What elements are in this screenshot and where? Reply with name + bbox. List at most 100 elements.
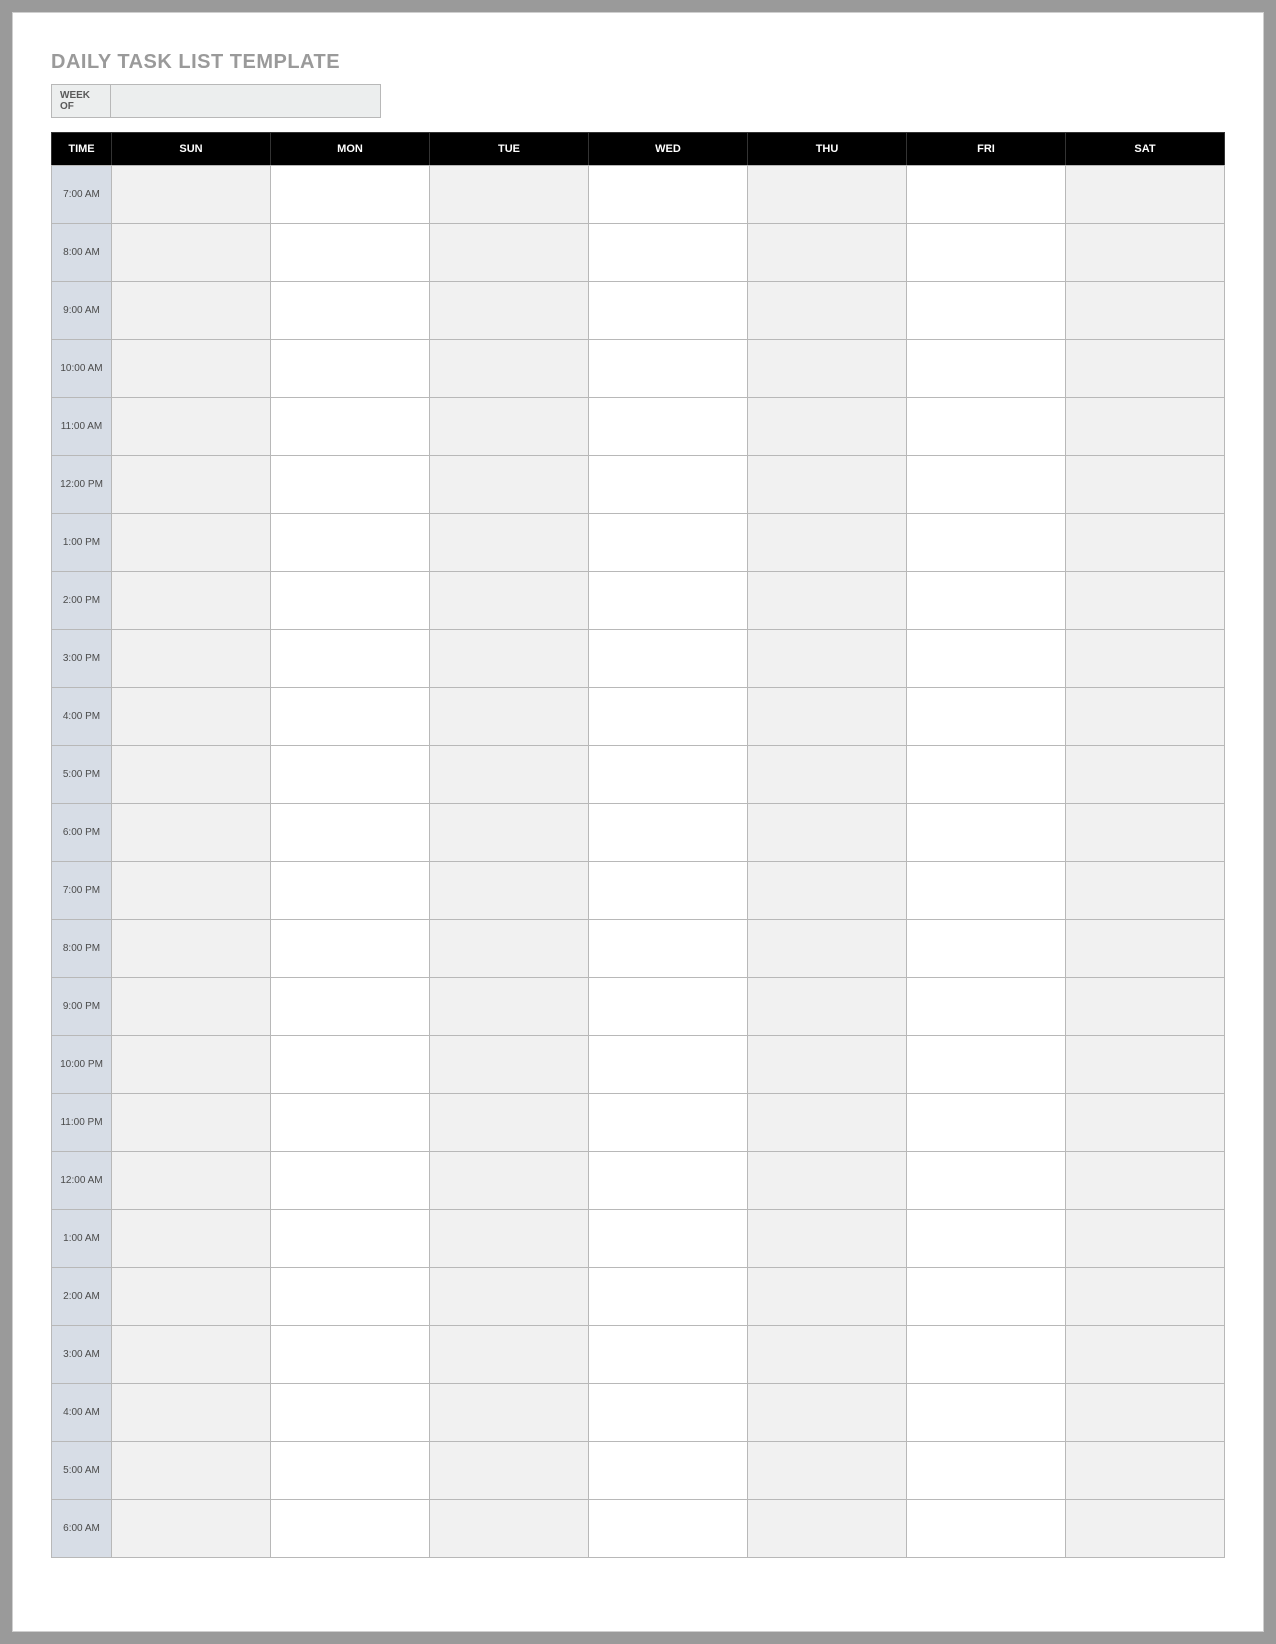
task-cell[interactable]: [430, 340, 589, 398]
task-cell[interactable]: [907, 340, 1066, 398]
task-cell[interactable]: [271, 514, 430, 572]
task-cell[interactable]: [748, 978, 907, 1036]
task-cell[interactable]: [907, 1268, 1066, 1326]
task-cell[interactable]: [907, 1500, 1066, 1558]
task-cell[interactable]: [1066, 514, 1225, 572]
task-cell[interactable]: [430, 456, 589, 514]
task-cell[interactable]: [1066, 1094, 1225, 1152]
task-cell[interactable]: [271, 1500, 430, 1558]
task-cell[interactable]: [907, 920, 1066, 978]
task-cell[interactable]: [271, 1210, 430, 1268]
task-cell[interactable]: [589, 862, 748, 920]
task-cell[interactable]: [271, 224, 430, 282]
task-cell[interactable]: [430, 804, 589, 862]
task-cell[interactable]: [112, 1268, 271, 1326]
task-cell[interactable]: [271, 688, 430, 746]
task-cell[interactable]: [112, 1442, 271, 1500]
task-cell[interactable]: [430, 1500, 589, 1558]
task-cell[interactable]: [112, 166, 271, 224]
task-cell[interactable]: [112, 804, 271, 862]
task-cell[interactable]: [1066, 1268, 1225, 1326]
task-cell[interactable]: [430, 572, 589, 630]
task-cell[interactable]: [112, 1384, 271, 1442]
task-cell[interactable]: [748, 920, 907, 978]
task-cell[interactable]: [589, 398, 748, 456]
task-cell[interactable]: [112, 514, 271, 572]
task-cell[interactable]: [907, 1210, 1066, 1268]
task-cell[interactable]: [907, 688, 1066, 746]
task-cell[interactable]: [748, 746, 907, 804]
task-cell[interactable]: [430, 1152, 589, 1210]
task-cell[interactable]: [589, 514, 748, 572]
task-cell[interactable]: [748, 1210, 907, 1268]
task-cell[interactable]: [1066, 340, 1225, 398]
task-cell[interactable]: [907, 1094, 1066, 1152]
task-cell[interactable]: [748, 1500, 907, 1558]
task-cell[interactable]: [748, 1152, 907, 1210]
task-cell[interactable]: [112, 1500, 271, 1558]
task-cell[interactable]: [112, 920, 271, 978]
task-cell[interactable]: [271, 166, 430, 224]
task-cell[interactable]: [907, 630, 1066, 688]
task-cell[interactable]: [112, 1326, 271, 1384]
task-cell[interactable]: [271, 804, 430, 862]
task-cell[interactable]: [748, 1384, 907, 1442]
task-cell[interactable]: [907, 1036, 1066, 1094]
task-cell[interactable]: [1066, 978, 1225, 1036]
task-cell[interactable]: [589, 688, 748, 746]
task-cell[interactable]: [1066, 166, 1225, 224]
task-cell[interactable]: [1066, 1500, 1225, 1558]
task-cell[interactable]: [907, 166, 1066, 224]
task-cell[interactable]: [271, 572, 430, 630]
task-cell[interactable]: [748, 456, 907, 514]
task-cell[interactable]: [430, 630, 589, 688]
task-cell[interactable]: [271, 1094, 430, 1152]
task-cell[interactable]: [430, 1326, 589, 1384]
task-cell[interactable]: [112, 862, 271, 920]
task-cell[interactable]: [748, 804, 907, 862]
task-cell[interactable]: [907, 398, 1066, 456]
task-cell[interactable]: [271, 1384, 430, 1442]
task-cell[interactable]: [907, 1384, 1066, 1442]
task-cell[interactable]: [430, 514, 589, 572]
task-cell[interactable]: [430, 166, 589, 224]
task-cell[interactable]: [748, 1268, 907, 1326]
task-cell[interactable]: [112, 1094, 271, 1152]
task-cell[interactable]: [748, 166, 907, 224]
task-cell[interactable]: [430, 746, 589, 804]
task-cell[interactable]: [589, 804, 748, 862]
task-cell[interactable]: [271, 1326, 430, 1384]
task-cell[interactable]: [430, 282, 589, 340]
task-cell[interactable]: [271, 456, 430, 514]
task-cell[interactable]: [1066, 804, 1225, 862]
task-cell[interactable]: [589, 1036, 748, 1094]
task-cell[interactable]: [589, 1500, 748, 1558]
task-cell[interactable]: [589, 1442, 748, 1500]
task-cell[interactable]: [589, 1268, 748, 1326]
task-cell[interactable]: [430, 862, 589, 920]
task-cell[interactable]: [271, 978, 430, 1036]
task-cell[interactable]: [1066, 1326, 1225, 1384]
task-cell[interactable]: [1066, 1210, 1225, 1268]
task-cell[interactable]: [112, 282, 271, 340]
task-cell[interactable]: [748, 630, 907, 688]
task-cell[interactable]: [271, 630, 430, 688]
task-cell[interactable]: [907, 456, 1066, 514]
task-cell[interactable]: [907, 1326, 1066, 1384]
task-cell[interactable]: [112, 746, 271, 804]
task-cell[interactable]: [1066, 862, 1225, 920]
task-cell[interactable]: [1066, 224, 1225, 282]
task-cell[interactable]: [589, 166, 748, 224]
task-cell[interactable]: [907, 746, 1066, 804]
task-cell[interactable]: [430, 398, 589, 456]
task-cell[interactable]: [430, 1268, 589, 1326]
task-cell[interactable]: [112, 978, 271, 1036]
task-cell[interactable]: [430, 1036, 589, 1094]
task-cell[interactable]: [589, 630, 748, 688]
task-cell[interactable]: [271, 920, 430, 978]
task-cell[interactable]: [748, 1442, 907, 1500]
task-cell[interactable]: [907, 862, 1066, 920]
task-cell[interactable]: [430, 1210, 589, 1268]
task-cell[interactable]: [748, 1036, 907, 1094]
task-cell[interactable]: [112, 340, 271, 398]
